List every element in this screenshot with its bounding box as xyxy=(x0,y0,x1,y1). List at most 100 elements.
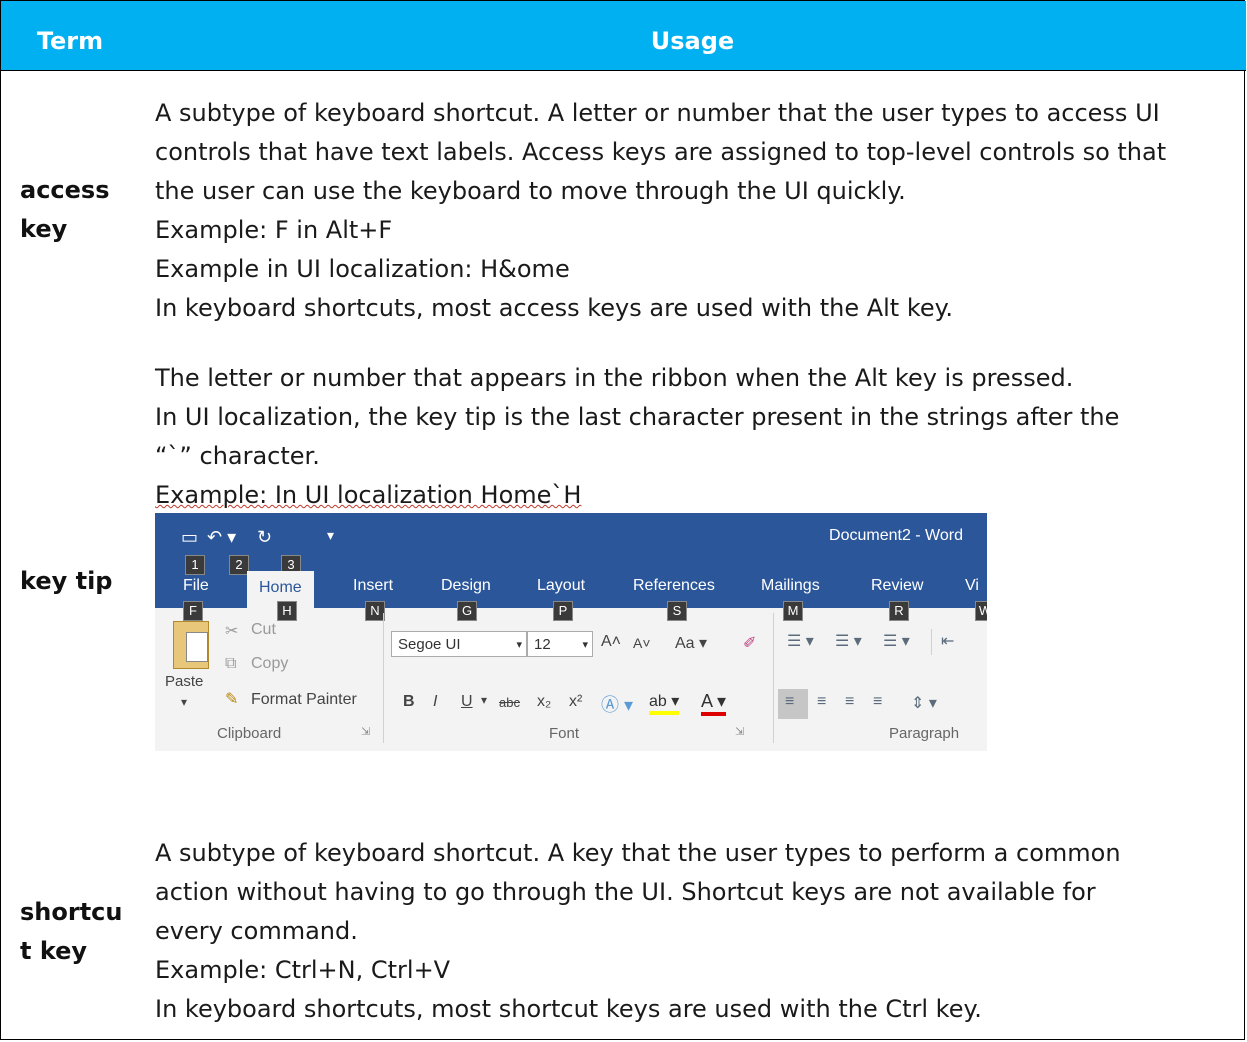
font-color-icon[interactable]: A ▾ xyxy=(701,691,727,716)
usage-line: A subtype of keyboard shortcut. A letter… xyxy=(155,99,1160,127)
cut-button[interactable]: Cut xyxy=(251,621,276,639)
tab-references[interactable]: References xyxy=(633,577,715,595)
tab-layout[interactable]: Layout xyxy=(537,577,585,595)
document-title: Document2 - Word xyxy=(829,527,963,544)
clipboard-group-label: Clipboard xyxy=(217,725,282,742)
text-effects-icon[interactable]: Ⓐ ▾ xyxy=(601,691,633,717)
font-name-box[interactable]: Segoe UI ▾ xyxy=(391,631,527,657)
format-painter-icon[interactable]: ✎ xyxy=(225,689,238,709)
cut-icon[interactable]: ✂ xyxy=(225,621,238,641)
undo-icon: ↶ ▾ xyxy=(207,527,237,547)
tab-design[interactable]: Design xyxy=(441,577,491,595)
paste-icon[interactable] xyxy=(173,621,209,669)
tab-keytip: H xyxy=(277,601,297,621)
usage-line: In UI localization, the key tip is the l… xyxy=(155,403,1120,431)
usage-line: In keyboard shortcuts, most access keys … xyxy=(155,294,954,322)
font-name-value: Segoe UI xyxy=(398,636,461,653)
tab-insert[interactable]: Insert xyxy=(353,577,393,595)
term-line: key xyxy=(20,215,68,243)
underline-button[interactable]: U xyxy=(461,693,473,711)
change-case-label: Aa xyxy=(675,635,695,652)
bullets-icon[interactable]: ☰ ▾ xyxy=(787,631,814,651)
subscript-button[interactable]: x₂ xyxy=(537,693,551,711)
usage-line: controls that have text labels. Access k… xyxy=(155,138,1167,166)
justify-icon[interactable]: ≡ xyxy=(873,693,882,711)
qat-keytip: 1 xyxy=(185,555,205,575)
tab-mailings[interactable]: Mailings xyxy=(761,577,820,595)
group-separator xyxy=(773,613,774,743)
tab-keytip: N xyxy=(365,601,385,621)
term-line: shortcu xyxy=(20,898,123,926)
strikethrough-button[interactable]: abc xyxy=(499,695,520,710)
numbering-icon[interactable]: ☰ ▾ xyxy=(835,631,862,651)
usage-line: Example: In UI localization Home`H xyxy=(155,476,1240,515)
usage-line: In keyboard shortcuts, most shortcut key… xyxy=(155,995,982,1023)
font-size-box[interactable]: 12 ▾ xyxy=(527,631,593,657)
usage-line: the user can use the keyboard to move th… xyxy=(155,177,906,205)
clear-formatting-icon[interactable]: ✐ xyxy=(743,633,756,653)
tab-keytip: G xyxy=(457,601,477,621)
redo-icon: ↻ xyxy=(257,527,273,547)
term-access-key: access key xyxy=(20,171,140,249)
font-size-value: 12 xyxy=(534,636,551,653)
align-center-icon[interactable]: ≡ xyxy=(817,693,826,711)
change-case-button[interactable]: Aa ▾ xyxy=(675,633,707,653)
usage-line: “`” character. xyxy=(155,442,320,470)
decrease-indent-icon[interactable]: ⇤ xyxy=(941,631,954,651)
group-separator xyxy=(383,613,384,743)
tab-keytip: W xyxy=(975,601,987,621)
tab-keytip: F xyxy=(183,601,203,621)
paste-dropdown-icon[interactable]: ▾ xyxy=(181,695,187,709)
highlight-icon[interactable]: ab ▾ xyxy=(649,691,680,715)
usage-line-text: Example: In UI localization Home`H xyxy=(155,481,582,509)
usage-line: Example in UI localization: H&ome xyxy=(155,255,570,283)
usage-shortcut-key: A subtype of keyboard shortcut. A key th… xyxy=(155,834,1240,1029)
tab-view[interactable]: Vi xyxy=(965,577,979,595)
term-key-tip: key tip xyxy=(20,567,113,595)
divider xyxy=(931,629,932,655)
usage-access-key: A subtype of keyboard shortcut. A letter… xyxy=(155,94,1240,328)
terminology-table: Term Usage access key A subtype of keybo… xyxy=(0,0,1246,1040)
usage-column-header: Usage xyxy=(650,27,735,55)
usage-line: Example: Ctrl+N, Ctrl+V xyxy=(155,956,451,984)
term-line: t key xyxy=(20,937,88,965)
word-ribbon-screenshot: ▭ ↶ ▾ ↻ ▾ 1 2 3 Document2 - Word File Ho… xyxy=(155,513,987,751)
chevron-down-icon: ▾ xyxy=(582,639,588,651)
table-header: Term Usage xyxy=(1,1,1246,71)
term-shortcut-key: shortcu t key xyxy=(20,893,140,971)
tab-keytip: P xyxy=(553,601,573,621)
usage-line: A subtype of keyboard shortcut. A key th… xyxy=(155,839,1121,867)
copy-button[interactable]: Copy xyxy=(251,655,288,673)
dialog-launcher-icon[interactable]: ⇲ xyxy=(735,725,744,738)
tab-review[interactable]: Review xyxy=(871,577,923,595)
qat-keytip: 2 xyxy=(229,555,249,575)
chevron-down-icon: ▾ xyxy=(516,639,522,651)
usage-line: action without having to go through the … xyxy=(155,878,1096,906)
dialog-launcher-icon[interactable]: ⇲ xyxy=(361,725,370,738)
paragraph-group-label: Paragraph xyxy=(889,725,960,742)
usage-key-tip: The letter or number that appears in the… xyxy=(155,359,1240,515)
tab-keytip: M xyxy=(783,601,803,621)
save-icon: ▭ xyxy=(181,527,199,547)
superscript-button[interactable]: x² xyxy=(569,693,582,711)
bold-button[interactable]: B xyxy=(403,693,415,711)
usage-line: Example: F in Alt+F xyxy=(155,216,393,244)
tab-file[interactable]: File xyxy=(183,577,209,595)
format-painter-button[interactable]: Format Painter xyxy=(251,691,357,709)
term-line: access xyxy=(20,176,110,204)
italic-button[interactable]: I xyxy=(433,693,437,711)
grow-font-icon[interactable]: A˄ xyxy=(601,633,621,651)
tab-keytip: R xyxy=(889,601,909,621)
usage-line: every command. xyxy=(155,917,358,945)
chevron-down-icon[interactable]: ▾ xyxy=(481,693,487,707)
line-spacing-icon[interactable]: ⇕ ▾ xyxy=(911,693,937,713)
tab-keytip: S xyxy=(667,601,687,621)
copy-icon[interactable]: ⧉ xyxy=(225,655,236,673)
font-group-label: Font xyxy=(549,725,580,742)
align-left-icon[interactable]: ≡ xyxy=(785,693,794,711)
align-right-icon[interactable]: ≡ xyxy=(845,693,854,711)
paste-button[interactable]: Paste xyxy=(165,673,203,690)
multilevel-list-icon[interactable]: ☰ ▾ xyxy=(883,631,910,651)
usage-line: The letter or number that appears in the… xyxy=(155,364,1074,392)
shrink-font-icon[interactable]: A˅ xyxy=(633,635,651,651)
